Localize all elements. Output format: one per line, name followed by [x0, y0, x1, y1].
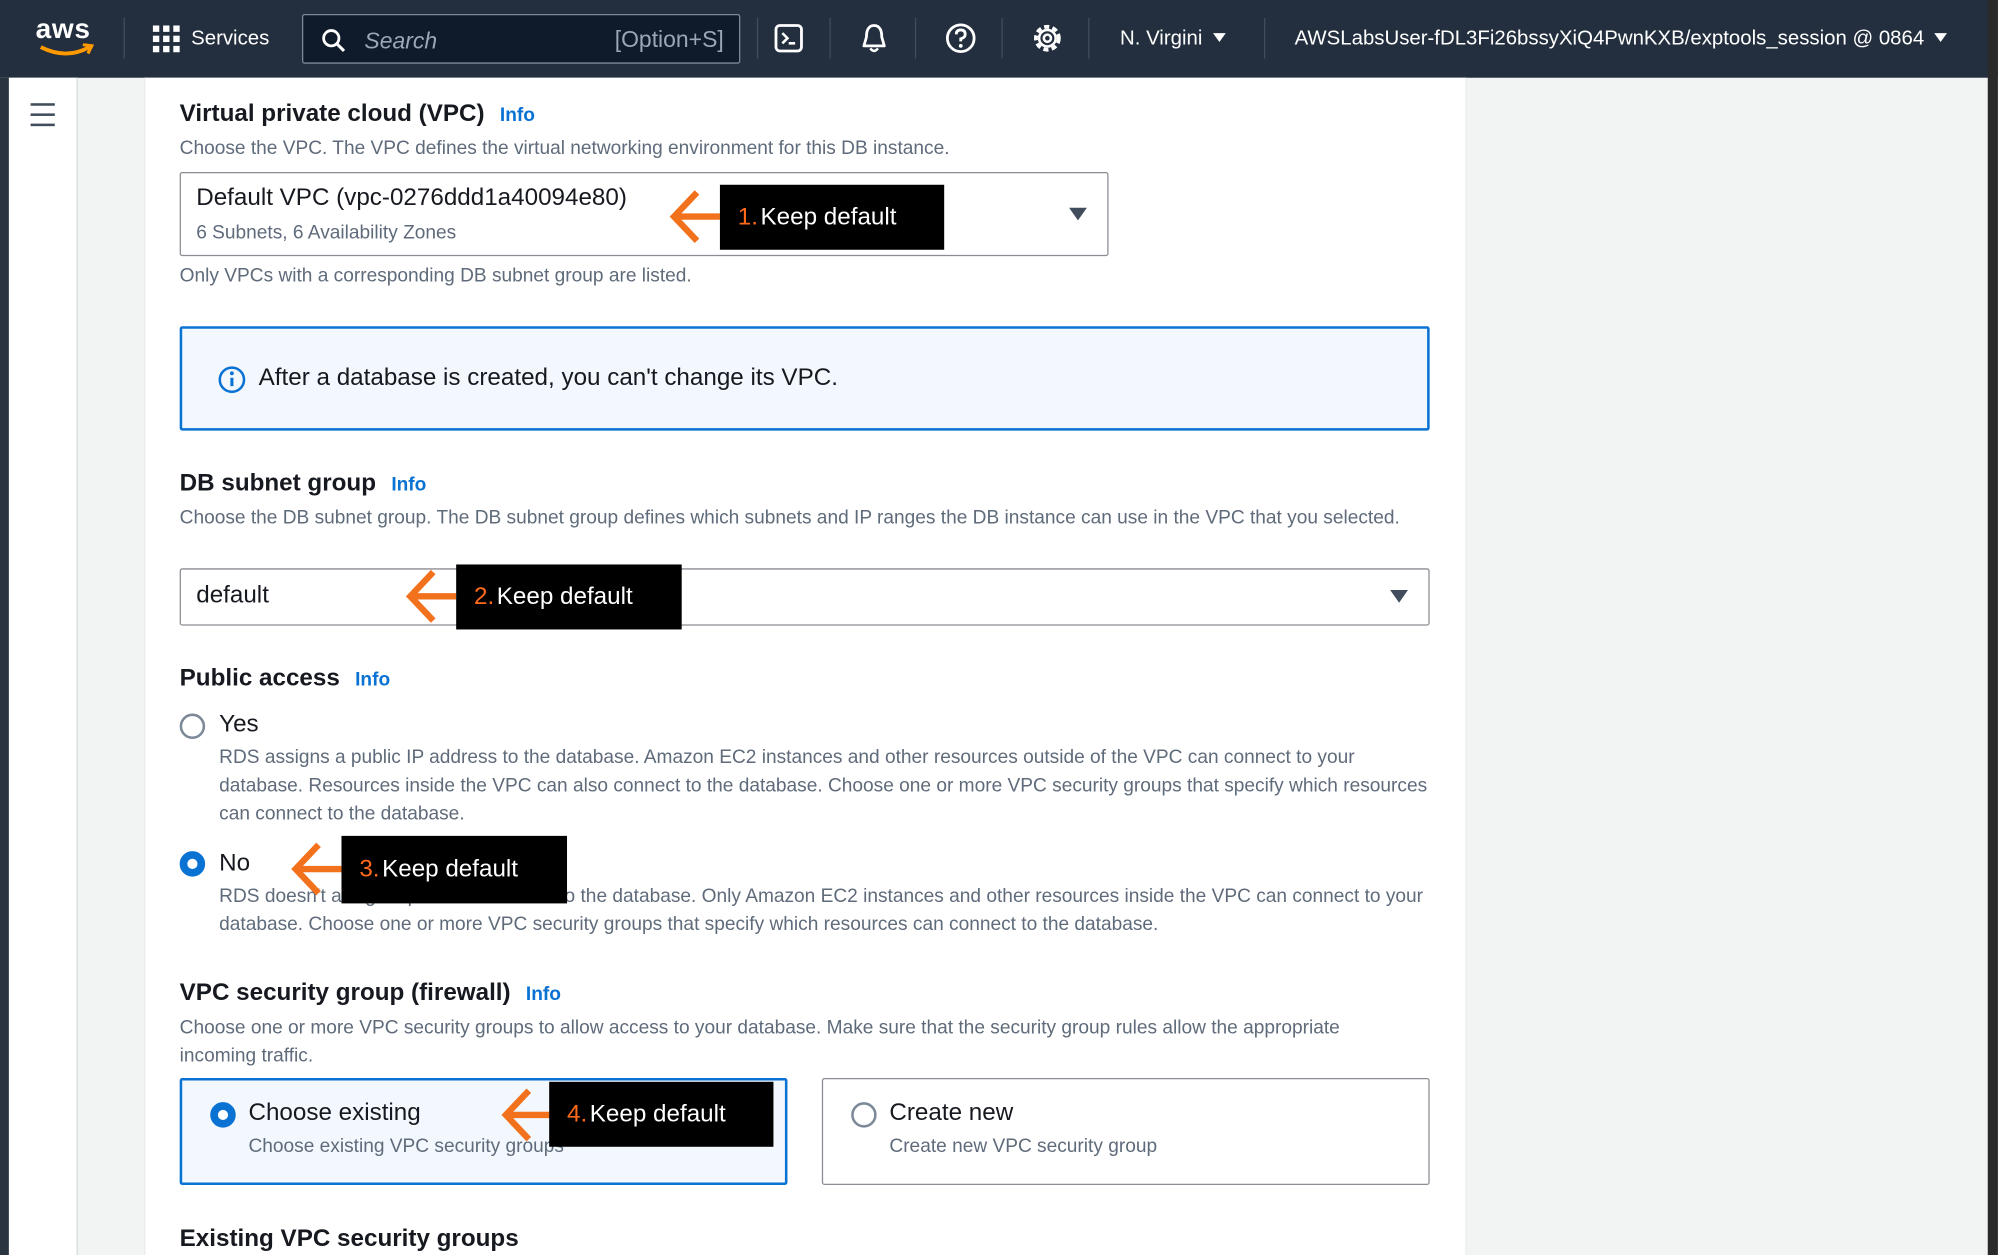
subnet-selected-value: default [196, 582, 269, 610]
public-access-no-label[interactable]: No [219, 850, 250, 878]
bell-icon[interactable] [858, 22, 891, 55]
callout-text: Keep default [382, 855, 519, 883]
callout-text: Keep default [760, 203, 897, 230]
window-edge [1987, 0, 1998, 1255]
cloudshell-icon[interactable] [772, 22, 805, 55]
choose-existing-radio[interactable] [210, 1102, 236, 1128]
region-label: N. Virgini [1120, 28, 1203, 50]
account-menu[interactable]: AWSLabsUser-fDL3Fi26bssyXiQ4PwnKXB/expto… [1295, 28, 1948, 51]
public-access-heading: Public access Info [180, 665, 391, 693]
callout-number: 1. [737, 203, 758, 230]
arrow-left-icon [501, 1088, 552, 1142]
security-group-description: Choose one or more VPC security groups t… [179, 1016, 1340, 1067]
create-new-label: Create new [889, 1099, 1014, 1127]
subnet-select[interactable]: default [179, 568, 1430, 626]
vpc-selected-value: Default VPC (vpc-0276ddd1a40094e80) [196, 184, 627, 212]
vpc-selected-subtext: 6 Subnets, 6 Availability Zones [196, 221, 457, 244]
public-access-yes-description: RDS assigns a public IP address to the d… [219, 746, 1428, 825]
top-navigation: aws Services [Option+S] [0, 0, 1998, 78]
gear-icon[interactable] [1031, 22, 1064, 55]
vpc-select[interactable]: Default VPC (vpc-0276ddd1a40094e80) 6 Su… [179, 172, 1109, 257]
nav-divider [123, 17, 125, 59]
callout-number: 3. [359, 855, 380, 883]
callout-number: 2. [474, 582, 495, 610]
search-input[interactable] [361, 22, 597, 59]
nav-divider [914, 17, 917, 59]
arrow-left-icon [405, 569, 457, 623]
account-label: AWSLabsUser-fDL3Fi26bssyXiQ4PwnKXB/expto… [1294, 28, 1925, 50]
existing-security-groups-label: Existing VPC security groups [179, 1225, 519, 1253]
annotation-callout-4: 4. Keep default [549, 1081, 774, 1147]
choose-existing-label: Choose existing [248, 1099, 421, 1127]
nav-divider [1264, 17, 1266, 59]
callout-text: Keep default [589, 1100, 726, 1128]
region-selector[interactable]: N. Virgini [1120, 28, 1226, 51]
aws-logo[interactable]: aws [36, 15, 97, 61]
search-icon [322, 29, 346, 53]
arrow-left-icon [669, 190, 720, 244]
caret-down-icon [1212, 33, 1226, 43]
public-access-yes-label[interactable]: Yes [219, 711, 259, 739]
security-group-info-link[interactable]: Info [526, 984, 561, 1006]
security-group-label: VPC security group (firewall) [179, 979, 511, 1007]
side-navigation-collapsed [8, 77, 78, 1255]
public-access-info-link[interactable]: Info [355, 669, 390, 691]
subnet-label: DB subnet group [179, 470, 377, 497]
alert-text: After a database is created, you can't c… [258, 364, 838, 392]
callout-text: Keep default [496, 582, 633, 610]
aws-logo-text: aws [35, 12, 91, 45]
vpc-heading: Virtual private cloud (VPC) Info [180, 101, 535, 129]
create-new-tile[interactable]: Create new Create new VPC security group [821, 1077, 1430, 1186]
caret-down-icon [1934, 33, 1948, 43]
info-circle-icon [218, 366, 246, 394]
nav-divider [829, 17, 831, 59]
public-access-label: Public access [179, 665, 340, 692]
vpc-info-link[interactable]: Info [500, 104, 535, 126]
caret-down-icon [1069, 207, 1087, 221]
menu-icon[interactable] [30, 103, 55, 134]
services-menu[interactable]: Services [152, 25, 270, 53]
search-bar[interactable]: [Option+S] [301, 14, 741, 64]
annotation-callout-1: 1. Keep default [719, 184, 945, 250]
create-new-description: Create new VPC security group [889, 1135, 1158, 1157]
help-icon[interactable] [944, 22, 977, 55]
vpc-description: Choose the VPC. The VPC defines the virt… [179, 137, 950, 160]
nav-divider [1088, 17, 1090, 59]
annotation-callout-3: 3. Keep default [341, 835, 568, 904]
callout-number: 4. [567, 1100, 588, 1128]
aws-smile-icon [39, 43, 95, 56]
subnet-info-link[interactable]: Info [391, 474, 426, 496]
nav-divider [756, 17, 759, 59]
services-label: Services [191, 27, 270, 50]
search-shortcut: [Option+S] [614, 26, 724, 53]
subnet-heading: DB subnet group Info [180, 470, 427, 498]
vpc-label: Virtual private cloud (VPC) [179, 100, 485, 128]
window-edge [0, 77, 9, 1255]
subnet-description: Choose the DB subnet group. The DB subne… [179, 507, 1400, 529]
caret-down-icon [1390, 589, 1408, 603]
nav-divider [1001, 17, 1003, 59]
vpc-info-alert: After a database is created, you can't c… [179, 326, 1430, 431]
security-group-heading: VPC security group (firewall) Info [180, 980, 561, 1008]
annotation-callout-2: 2. Keep default [456, 564, 682, 630]
vpc-hint: Only VPCs with a corresponding DB subnet… [179, 265, 692, 287]
public-access-yes-radio[interactable] [179, 713, 206, 740]
create-new-radio[interactable] [851, 1102, 877, 1128]
public-access-no-radio[interactable] [179, 851, 206, 877]
grid-icon [152, 25, 180, 53]
arrow-left-icon [291, 842, 342, 896]
